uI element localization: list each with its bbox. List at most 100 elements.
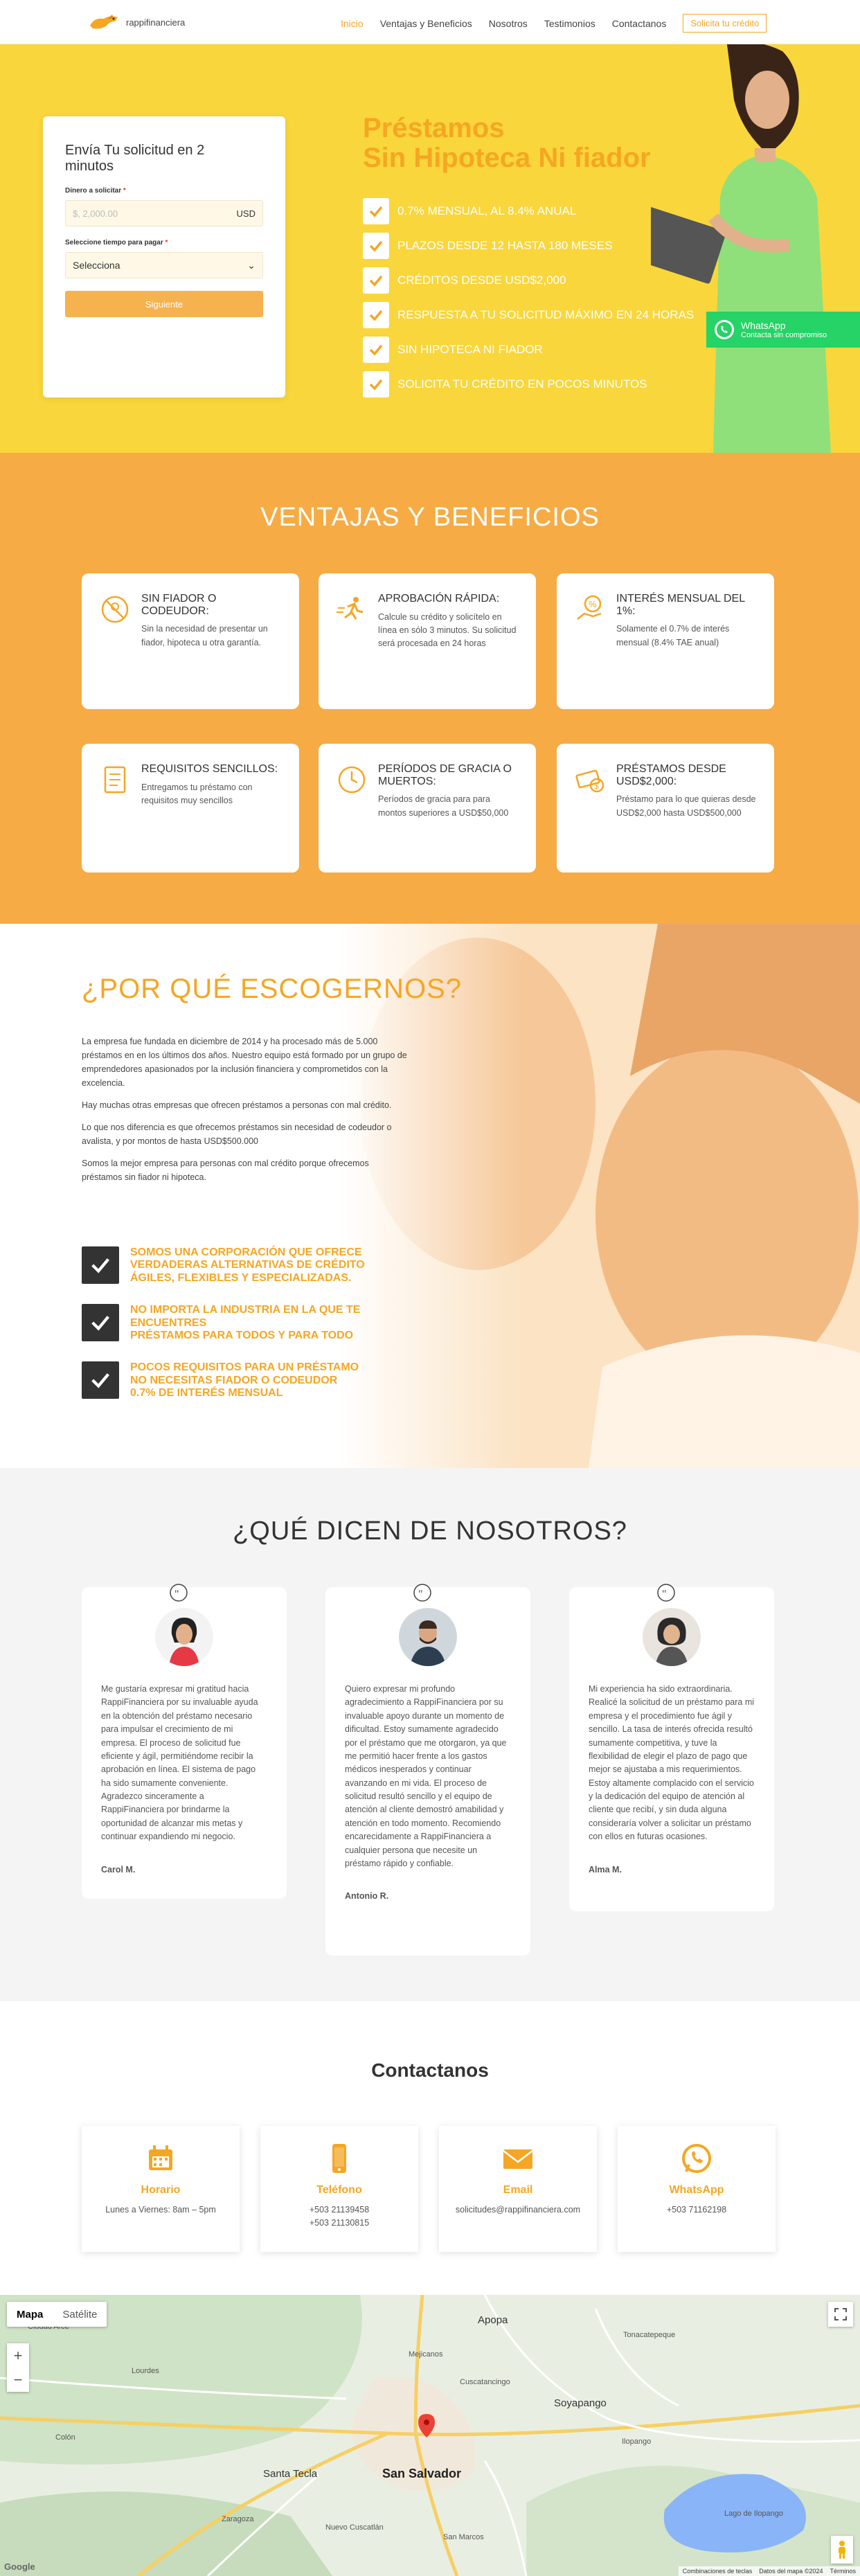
nav-contactanos[interactable]: Contactanos [612,18,667,29]
benefit-title: APROBACIÓN RÁPIDA: [378,593,500,605]
hero-feature-text: 0.7% MENSUAL, AL 8.4% ANUAL [397,204,577,217]
check-icon [363,371,389,397]
map-place: Soyapango [554,2397,607,2409]
nav-nosotros[interactable]: Nosotros [489,18,528,29]
map-footer-terms[interactable]: Términos [830,2568,856,2575]
nav-ventajas[interactable]: Ventajas y Beneficios [380,18,472,29]
fullscreen-icon[interactable] [828,2302,853,2327]
quote-icon: " [170,1584,188,1602]
nav-cta-button[interactable]: Solicita tu crédito [683,14,767,33]
contact-label: Horario [141,2184,181,2196]
term-label-text: Seleccione tiempo para pagar [65,239,163,247]
testimonials-section: ¿QUÉ DICEN DE NOSOTROS? " Me gustaría ex… [0,1468,860,2001]
money-icon: $ [575,769,604,793]
why-paragraph: Lo que nos diferencia es que ofrecemos p… [82,1122,392,1146]
phone-number[interactable]: +503 21130815 [260,2217,418,2230]
hero-feature: PLAZOS DESDE 12 HASTA 180 MESES [363,229,694,263]
check-icon [82,1304,119,1342]
why-items: SOMOS UNA CORPORACIÓN QUE OFRECE VERDADE… [82,1246,442,1420]
benefit-card: SIN FIADOR O CODEUDOR: Sin la necesidad d… [82,573,299,709]
benefit-text: Entregamos tu préstamo con requisitos mu… [141,782,253,805]
testimonial-text: Mi experiencia ha sido extraordinaria. R… [589,1684,755,1842]
why-item-text: NO IMPORTA LA INDUSTRIA EN LA QUE TE ENC… [130,1304,361,1341]
why-item: SOMOS UNA CORPORACIÓN QUE OFRECE VERDADE… [82,1246,442,1285]
map-place: Mejicanos [409,2350,443,2359]
benefit-text: Períodos de gracia para para montos supe… [378,794,509,818]
testimonial-author: Antonio R. [345,1891,389,1902]
why-paragraph: Hay muchas otras empresas que ofrecen pr… [82,1100,392,1110]
testimonial-author: Alma M. [589,1864,622,1875]
contact-section: Contactanos Horario Lunes a Viernes: 8am… [0,2001,860,2295]
whatsapp-number[interactable]: +503 71162198 [618,2203,776,2217]
whatsapp-title: WhatsApp [741,320,786,331]
map-place: Santa Tecla [263,2468,318,2480]
testimonial-card: " Quiero expresar mi profundo agradecimi… [325,1584,530,1956]
svg-text:$: $ [594,781,599,791]
check-icon [82,1246,119,1284]
amount-placeholder: $, 2,000.00 [73,208,118,219]
whatsapp-floating-button[interactable]: WhatsApp Contacta sin compromiso [706,312,860,348]
svg-text:": " [662,1589,667,1600]
check-icon [363,337,389,363]
hero-feature-text: RESPUESTA A TU SOLICITUD MÁXIMO EN 24 HO… [397,308,695,321]
nav-testimonios[interactable]: Testimonios [544,18,595,29]
google-map[interactable]: San Salvador Santa Tecla Lourdes Ciudad … [0,2295,860,2576]
amount-label: Dinero a solicitar * [65,187,126,195]
currency-label: USD [236,208,256,219]
logo[interactable]: rappifinanciera [87,10,185,35]
amount-input[interactable]: $, 2,000.00 USD [65,200,263,226]
chevron-down-icon: ⌄ [247,259,256,271]
percent-hand-icon: % [577,595,602,620]
checklist-icon [104,766,126,794]
map-type-map[interactable]: Mapa [7,2302,53,2327]
contact-card-whatsapp: WhatsApp +503 71162198 [618,2126,776,2252]
contact-card-hours: Horario Lunes a Viernes: 8am – 5pm [82,2126,240,2252]
term-select[interactable]: Selecciona ⌄ [65,252,263,278]
email-link[interactable]: solicitudes@rappifinanciera.com [439,2203,597,2217]
map-type-satellite[interactable]: Satélite [53,2302,107,2327]
check-icon [363,267,389,294]
why-item: POCOS REQUISITOS PARA UN PRÉSTAMO NO NEC… [82,1361,442,1399]
map-place: Cuscatancingo [460,2378,510,2386]
why-item-text: SOMOS UNA CORPORACIÓN QUE OFRECE VERDADE… [130,1246,365,1284]
hero-feature: 0.7% MENSUAL, AL 8.4% ANUAL [363,194,694,229]
map-place: Apopa [478,2314,508,2326]
check-icon [82,1361,119,1399]
form-title: Envía Tu solicitud en 2 minutos [65,143,205,174]
main-nav: Inicio Ventajas y Beneficios Nosotros Te… [341,14,767,33]
hero-feature: CRÉDITOS DESDE USD$2,000 [363,263,694,298]
testimonials-heading: ¿QUÉ DICEN DE NOSOTROS? [233,1517,627,1546]
hero-feature: SIN HIPOTECA NI FIADOR [363,332,694,367]
why-paragraphs: La empresa fue fundada en diciembre de 2… [82,1035,411,1192]
no-guarantor-icon [101,596,129,623]
zoom-out-button[interactable]: − [14,2371,23,2389]
why-paragraph: La empresa fue fundada en diciembre de 2… [82,1037,407,1088]
svg-text:%: % [589,599,597,609]
map-footer-shortcuts[interactable]: Combinaciones de teclas [683,2568,753,2575]
phone-number[interactable]: +503 21139458 [260,2203,418,2217]
map-place: Ilopango [622,2438,652,2446]
contact-label: WhatsApp [669,2184,724,2196]
benefit-card: $ PRÉSTAMOS DESDE USD$2,000: Préstamo par… [557,744,774,873]
page: rappifinanciera Inicio Ventajas y Benefi… [0,0,860,2576]
svg-text:": " [174,1589,179,1600]
map-tiles [0,2295,860,2576]
whatsapp-icon [682,2144,711,2173]
pegman-icon[interactable] [831,2536,853,2564]
map-place: Nuevo Cuscatlán [325,2523,384,2532]
hero-feature: RESPUESTA A TU SOLICITUD MÁXIMO EN 24 HO… [363,298,694,332]
zoom-in-button[interactable]: + [14,2347,23,2365]
testimonial-text: Me gustaría expresar mi gratitud hacia R… [101,1684,258,1842]
calendar-icon [149,2145,172,2170]
check-icon [363,233,389,259]
hero-feature-text: CRÉDITOS DESDE USD$2,000 [397,274,566,287]
next-button[interactable]: Siguiente [65,291,263,317]
hero-section: Envía Tu solicitud en 2 minutos Dinero a… [0,44,860,453]
nav-inicio[interactable]: Inicio [341,18,364,29]
benefits-heading: VENTAJAS Y BENEFICIOS [260,503,600,532]
benefit-text: Solamente el 0.7% de interés mensual (8.… [616,624,730,647]
benefit-text: Préstamo para lo que quieras desde USD$2… [616,794,756,818]
map-place: Lourdes [132,2367,159,2375]
hero-title-line2: Sin Hipoteca Ni fiador [363,143,651,174]
term-label: Seleccione tiempo para pagar * [65,239,168,247]
